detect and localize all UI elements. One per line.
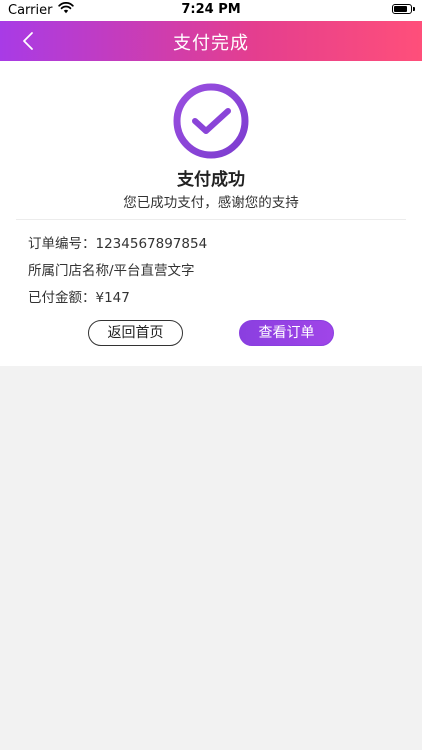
order-number-label: 订单编号： [28, 236, 96, 252]
order-number-value: 1234567897854 [95, 236, 208, 252]
store-name-row: 所属门店名称/平台直营文字 [28, 263, 195, 279]
battery-icon [392, 4, 415, 14]
paid-amount-row: 已付金额：¥147 [28, 286, 130, 306]
view-order-button[interactable]: 查看订单 [239, 320, 334, 346]
nav-bar: 支付完成 [0, 21, 422, 61]
paid-amount-label: 已付金额： [28, 290, 96, 306]
paid-amount-value: ¥147 [95, 290, 130, 306]
status-right [392, 4, 415, 14]
status-time: 7:24 PM [181, 2, 241, 17]
back-home-button[interactable]: 返回首页 [88, 320, 183, 346]
payment-result-card: 支付成功 您已成功支付，感谢您的支持 订单编号：1234567897854 所属… [0, 61, 422, 366]
check-circle-icon [173, 83, 249, 159]
divider [16, 219, 406, 220]
status-bar: Carrier 7:24 PM [0, 0, 422, 21]
success-title: 支付成功 [177, 170, 245, 190]
success-subtitle: 您已成功支付，感谢您的支持 [123, 195, 299, 211]
page-title: 支付完成 [173, 33, 249, 54]
order-number-row: 订单编号：1234567897854 [28, 232, 207, 252]
